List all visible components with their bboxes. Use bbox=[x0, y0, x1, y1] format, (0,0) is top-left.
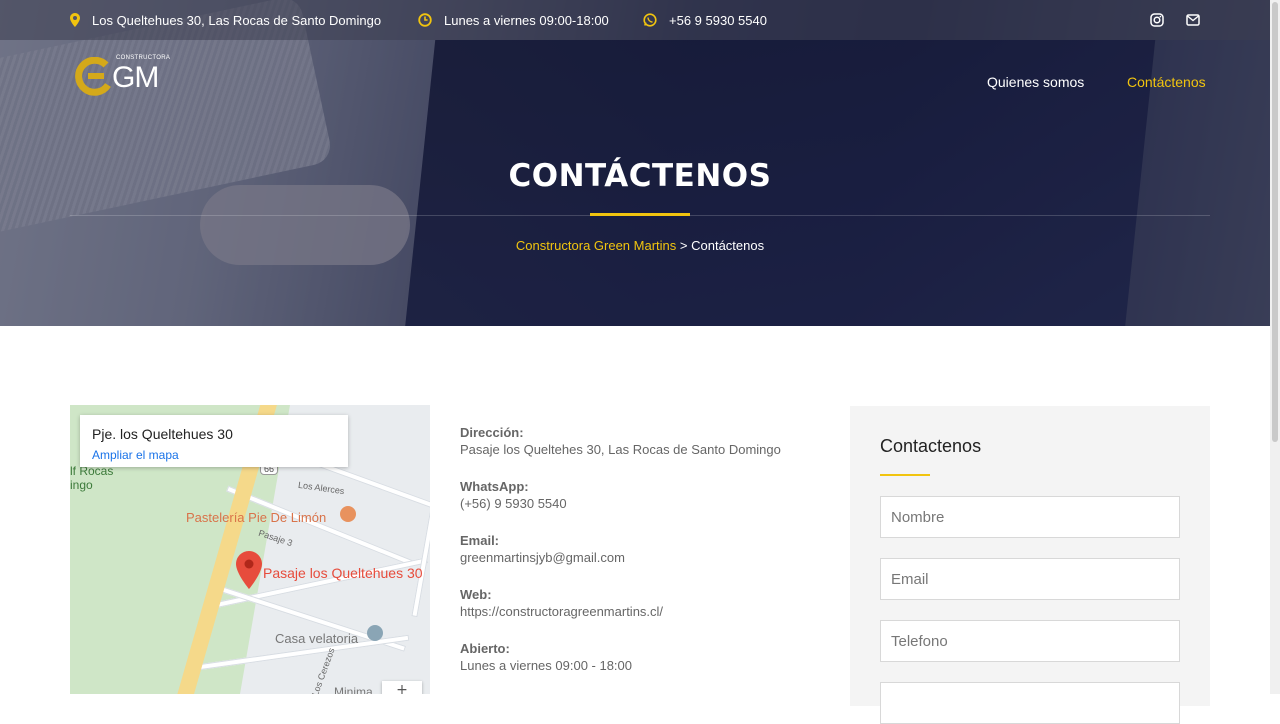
map-label-los-alerces: Los Alerces bbox=[297, 479, 346, 497]
nav-contactenos[interactable]: Contáctenos bbox=[1127, 74, 1206, 90]
info-whatsapp: WhatsApp: (+56) 9 5930 5540 bbox=[460, 479, 567, 511]
email-field[interactable] bbox=[880, 558, 1180, 600]
topbar-phone[interactable]: +56 9 5930 5540 bbox=[643, 11, 767, 29]
hero-accent-bar bbox=[590, 213, 690, 216]
instagram-icon bbox=[1150, 13, 1164, 27]
map-label-minima: Minima bbox=[334, 685, 373, 694]
scrollbar-thumb[interactable] bbox=[1272, 2, 1278, 442]
map-label-ingo: ingo bbox=[70, 478, 93, 492]
next-field[interactable] bbox=[880, 682, 1180, 724]
info-web: Web: https://constructoragreenmartins.cl… bbox=[460, 587, 663, 619]
envelope-icon bbox=[1186, 14, 1200, 26]
location-map[interactable]: lf Rocas ingo 66 Los Alerces Pastelería … bbox=[70, 405, 430, 694]
page-title: CONTÁCTENOS bbox=[508, 158, 772, 194]
breadcrumb-current: Contáctenos bbox=[691, 238, 765, 253]
map-label-marker: Pasaje los Queltehues 30 bbox=[263, 565, 423, 581]
contact-form: Contactenos bbox=[850, 406, 1210, 724]
info-label: Dirección: bbox=[460, 425, 524, 440]
breadcrumb: Constructora Green Martins > Contáctenos bbox=[0, 238, 1280, 253]
email-link[interactable] bbox=[1186, 11, 1212, 29]
info-email: Email: greenmartinsjyb@gmail.com bbox=[460, 533, 625, 565]
topbar-address-text: Los Queltehues 30, Las Rocas de Santo Do… bbox=[92, 12, 382, 28]
map-enlarge-link[interactable]: Ampliar el mapa bbox=[92, 448, 179, 462]
breadcrumb-home-link[interactable]: Constructora Green Martins bbox=[516, 238, 676, 253]
info-address: Dirección: Pasaje los Queltehes 30, Las … bbox=[460, 425, 781, 457]
instagram-link[interactable] bbox=[1150, 11, 1176, 29]
map-zoom-in-button[interactable]: + bbox=[382, 681, 422, 694]
page-scrollbar[interactable] bbox=[1270, 0, 1280, 694]
nav-quienes-somos[interactable]: Quienes somos bbox=[987, 74, 1084, 90]
site-logo[interactable]: CONSTRUCTORA GM bbox=[72, 55, 170, 99]
fork-knife-icon bbox=[340, 506, 356, 522]
logo-brand: GM bbox=[112, 61, 159, 94]
whatsapp-icon bbox=[643, 13, 657, 27]
top-contact-bar: Los Queltehues 30, Las Rocas de Santo Do… bbox=[0, 0, 1280, 40]
topbar-hours-text: Lunes a viernes 09:00-18:00 bbox=[444, 12, 609, 28]
info-value: greenmartinsjyb@gmail.com bbox=[460, 550, 625, 565]
map-marker-icon bbox=[236, 551, 262, 589]
info-label: Abierto: bbox=[460, 641, 510, 656]
page-hero: Los Queltehues 30, Las Rocas de Santo Do… bbox=[0, 0, 1280, 326]
name-field[interactable] bbox=[880, 496, 1180, 538]
info-hours: Abierto: Lunes a viernes 09:00 - 18:00 bbox=[460, 641, 632, 673]
breadcrumb-separator: > bbox=[676, 238, 692, 253]
info-label: WhatsApp: bbox=[460, 479, 529, 494]
info-value: (+56) 9 5930 5540 bbox=[460, 496, 567, 511]
map-label-pasteleria: Pastelería Pie De Limón bbox=[186, 510, 327, 525]
form-title-accent bbox=[880, 474, 930, 476]
poi-icon bbox=[367, 625, 383, 641]
topbar-phone-text: +56 9 5930 5540 bbox=[669, 12, 767, 28]
map-label-velatoria: Casa velatoria bbox=[275, 631, 359, 646]
logo-emblem bbox=[75, 57, 111, 96]
topbar-hours: Lunes a viernes 09:00-18:00 bbox=[418, 11, 609, 29]
info-label: Web: bbox=[460, 587, 492, 602]
info-value: Lunes a viernes 09:00 - 18:00 bbox=[460, 658, 633, 673]
topbar-address: Los Queltehues 30, Las Rocas de Santo Do… bbox=[70, 11, 381, 29]
info-label: Email: bbox=[460, 533, 500, 548]
map-pin-icon bbox=[70, 13, 80, 27]
phone-field[interactable] bbox=[880, 620, 1180, 662]
clock-icon bbox=[418, 13, 432, 27]
map-street bbox=[411, 438, 430, 618]
map-place-title: Pje. los Queltehues 30 bbox=[92, 426, 233, 442]
form-title: Contactenos bbox=[880, 436, 982, 456]
info-value: https://constructoragreenmartins.cl/ bbox=[460, 604, 664, 619]
info-value: Pasaje los Queltehes 30, Las Rocas de Sa… bbox=[460, 442, 781, 457]
map-info-card: Pje. los Queltehues 30 Ampliar el mapa bbox=[80, 415, 348, 467]
